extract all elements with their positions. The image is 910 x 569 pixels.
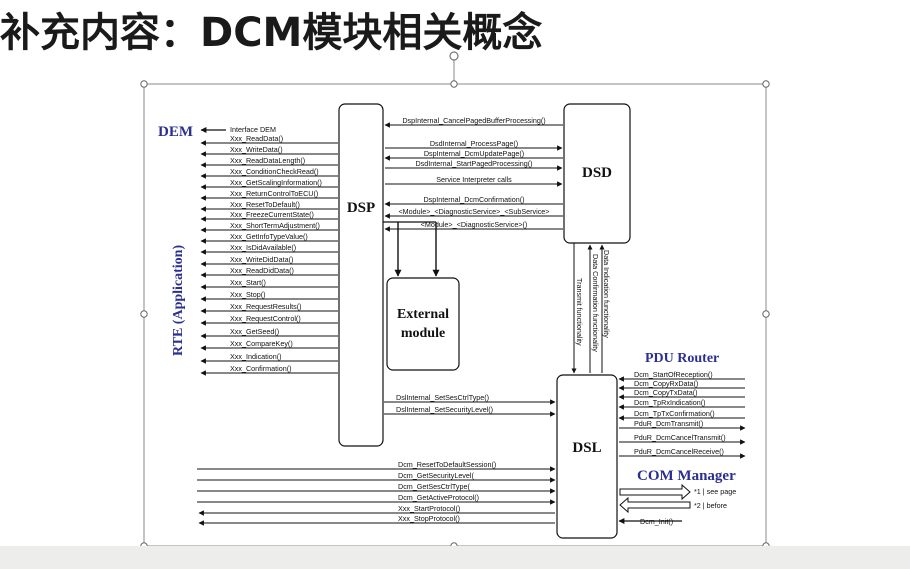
- dem-label: DEM: [158, 124, 193, 140]
- pdu-call-label: PduR_DcmTransmit(): [634, 419, 703, 428]
- rte-call-label: Xxx_ReturnControlToECU(): [230, 189, 318, 198]
- rte-call-label: Xxx_Indication(): [230, 352, 282, 361]
- dsp-dsd-label: DsdInternal_ProcessPage(): [430, 139, 518, 148]
- dsp-block: [338, 103, 384, 447]
- app-dsl-label: Xxx_StopProtocol(): [398, 514, 460, 523]
- app-dsl-label: Dcm_GetSesCtrlType(: [398, 482, 470, 491]
- rte-call-label: Xxx_GetInfoTypeValue(): [230, 232, 308, 241]
- rte-call-label: Xxx_GetScalingInformation(): [230, 178, 322, 187]
- app-dsl-label: Dcm_GetActiveProtocol(): [398, 493, 479, 502]
- rte-label: RTE (Application): [171, 245, 186, 356]
- rte-call-label: Xxx_ConditionCheckRead(): [230, 167, 319, 176]
- resize-handle: [140, 80, 148, 88]
- external-module-label-2: module: [401, 326, 445, 341]
- app-dsl-label: Dcm_GetSecurityLevel(: [398, 471, 474, 480]
- dsp-dsd-calls-group: DspInternal_CancelPagedBufferProcessing(…: [384, 116, 563, 232]
- rte-call-label: Xxx_WriteDidData(): [230, 255, 293, 264]
- dsl-block: [556, 374, 618, 539]
- dsp-dsd-label: <Module>_<DiagnosticService>(): [421, 220, 528, 229]
- external-module-block: [386, 277, 460, 371]
- rte-call-label: Xxx_Start(): [230, 278, 266, 287]
- com-note-1: *1 | see page: [694, 487, 736, 496]
- dsp-dsd-label: DspInternal_CancelPagedBufferProcessing(…: [402, 116, 545, 125]
- pdu-call-label: Dcm_StartOfReception(): [634, 370, 713, 379]
- rte-call-label: Xxx_ReadDataLength(): [230, 156, 305, 165]
- pdu-call-label: PduR_DcmCancelTransmit(): [634, 433, 726, 442]
- dsd-dsl-label: Data Indication functionality: [602, 250, 611, 338]
- rte-call-label: Xxx_GetSeed(): [230, 327, 279, 336]
- rte-call-label: Xxx_ReadData(): [230, 134, 283, 143]
- dsl-label: DSL: [572, 440, 601, 456]
- resize-handle: [762, 80, 770, 88]
- dsp-dsd-label: DsdInternal_StartPagedProcessing(): [415, 159, 532, 168]
- dcm-init-label: Dcm_Init(): [640, 517, 673, 526]
- app-dsl-calls-group: Dcm_ResetToDefaultSession() Dcm_GetSecuri…: [197, 460, 556, 526]
- com-left-arrow: [619, 496, 691, 514]
- com-manager-label: COM Manager: [637, 468, 736, 484]
- pdu-call-label: PduR_DcmCancelReceive(): [634, 447, 724, 456]
- rte-call-label: Xxx_Stop(): [230, 290, 266, 299]
- dsd-label: DSD: [582, 165, 612, 181]
- rte-call-label: Xxx_ResetToDefault(): [230, 200, 300, 209]
- rte-call-label: Xxx_Confirmation(): [230, 364, 292, 373]
- pdu-router-calls-group: Dcm_StartOfReception()Dcm_CopyRxData()Dc…: [618, 370, 746, 459]
- dsp-dsl-calls-group: DslInternal_SetSesCtrlType() DslInternal_…: [384, 393, 556, 417]
- dcm-architecture-diagram: DSP DSD DSL External module DEM Interfac…: [140, 51, 770, 550]
- resize-handle: [140, 310, 148, 318]
- dsp-dsl-label: DslInternal_SetSecurityLevel(): [396, 405, 493, 414]
- pdu-call-label: Dcm_TpTxConfirmation(): [634, 409, 715, 418]
- rte-call-label: Xxx_CompareKey(): [230, 339, 293, 348]
- pdu-call-label: Dcm_TpRxIndication(): [634, 398, 706, 407]
- com-note-2: *2 | before: [694, 501, 727, 510]
- app-dsl-label: Xxx_StartProtocol(): [398, 504, 460, 513]
- rte-call-label: Xxx_RequestResults(): [230, 302, 302, 311]
- dsd-dsl-label: Data Confirmation functionality: [591, 254, 600, 352]
- rte-call-label: Xxx_ReadDidData(): [230, 266, 294, 275]
- rotate-handle-icon: [449, 51, 459, 61]
- dsp-dsl-label: DslInternal_SetSesCtrlType(): [396, 393, 489, 402]
- resize-handle: [450, 80, 458, 88]
- dsp-label: DSP: [347, 200, 375, 216]
- dsp-dsd-label: <Module>_<DiagnosticService>_<SubService…: [398, 207, 549, 216]
- rte-call-label: Xxx_FreezeCurrentState(): [230, 210, 314, 219]
- bottom-bar: [0, 546, 910, 569]
- app-dsl-label: Dcm_ResetToDefaultSession(): [398, 460, 496, 469]
- rte-call-label: Xxx_RequestControl(): [230, 314, 301, 323]
- rte-call-label: Xxx_ShortTermAdjustment(): [230, 221, 320, 230]
- external-module-label-1: External: [397, 307, 449, 322]
- pdu-router-label: PDU Router: [645, 351, 719, 366]
- com-right-arrow: [619, 483, 691, 501]
- dsp-dsd-label: Service Interpreter calls: [436, 175, 512, 184]
- dsp-dsd-label: DspInternal_DcmUpdatePage(): [424, 149, 524, 158]
- pdu-call-label: Dcm_CopyTxData(): [634, 388, 698, 397]
- dsp-dsd-label: DspInternal_DcmConfirmation(): [423, 195, 524, 204]
- rte-calls-group: Xxx_ReadData() Xxx_WriteData() Xxx_ReadDat…: [200, 134, 338, 376]
- rte-call-label: Xxx_IsDidAvailable(): [230, 243, 296, 252]
- resize-handle: [762, 310, 770, 318]
- rte-call-label: Xxx_WriteData(): [230, 145, 283, 154]
- pdu-call-label: Dcm_CopyRxData(): [634, 379, 698, 388]
- dem-interface-label: Interface DEM: [230, 125, 276, 134]
- dsd-dsl-label: Transmit functionality: [575, 278, 584, 346]
